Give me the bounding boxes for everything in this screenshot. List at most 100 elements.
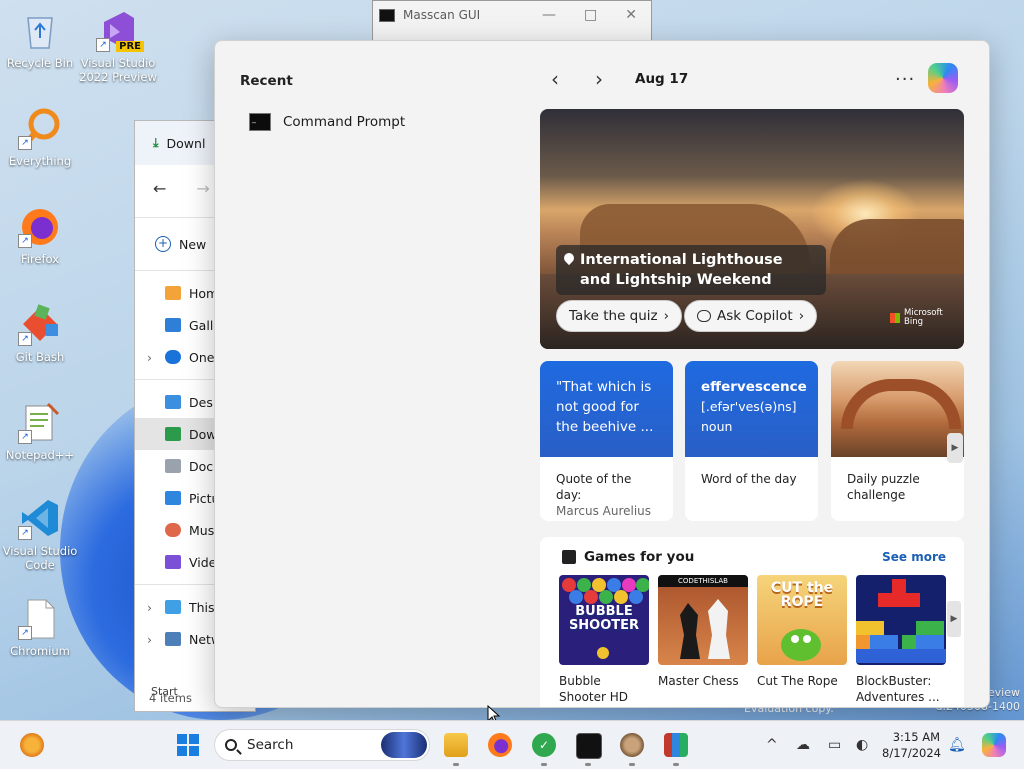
- card-title: Word of the day: [701, 472, 797, 486]
- location-pin-icon: [561, 250, 577, 266]
- gallery-icon: [165, 318, 181, 332]
- minimize-button[interactable]: —: [542, 7, 556, 23]
- recycle-bin-icon: [18, 8, 62, 52]
- desktop-icon-chromium[interactable]: ↗ Chromium: [0, 596, 80, 658]
- desktop-icon-label: Notepad++: [5, 448, 75, 462]
- recent-item-command-prompt[interactable]: _ Command Prompt: [249, 109, 413, 135]
- desktop-icon-label: Visual Studio 2022 Preview: [79, 56, 157, 84]
- vscode-icon: ↗: [18, 496, 62, 540]
- cloud-offline-icon[interactable]: ☁: [796, 737, 810, 753]
- firefox-icon[interactable]: [488, 733, 512, 757]
- desktop-icon-visual-studio[interactable]: PRE ↗ Visual Studio 2022 Preview: [78, 8, 158, 84]
- previous-day-button[interactable]: ‹: [545, 67, 565, 91]
- hero-card[interactable]: International Lighthouse and Lightship W…: [540, 109, 964, 349]
- back-button[interactable]: ←: [153, 179, 166, 198]
- hero-caption[interactable]: International Lighthouse and Lightship W…: [556, 245, 826, 295]
- desktop-icon-firefox[interactable]: ↗ Firefox: [0, 204, 80, 266]
- copilot-taskbar-icon[interactable]: [982, 733, 1006, 757]
- running-indicator: [629, 763, 635, 766]
- show-hidden-icons-button[interactable]: ^: [766, 737, 778, 753]
- git-bash-icon: ↗: [18, 302, 62, 346]
- desktop-icon-vscode[interactable]: ↗ Visual Studio Code: [0, 496, 80, 572]
- shortcut-arrow-icon: ↗: [18, 626, 32, 640]
- game-tile-master-chess[interactable]: CODETHISLAB Master Chess: [658, 575, 748, 689]
- close-button[interactable]: ✕: [625, 7, 637, 23]
- shortcut-arrow-icon: ↗: [18, 136, 32, 150]
- start-button[interactable]: [176, 733, 200, 757]
- shortcut-arrow-icon: ↗: [18, 526, 32, 540]
- word-text: effervescence: [701, 379, 807, 395]
- game-thumb-text: CODETHISLAB: [658, 575, 748, 587]
- games-title: Games for you: [584, 549, 695, 565]
- scroll-right-button[interactable]: ▶: [947, 433, 963, 463]
- maximize-button[interactable]: □: [584, 7, 597, 23]
- checkmark-app-icon[interactable]: ✓: [532, 733, 556, 757]
- desktop-icon-label: Visual Studio Code: [2, 544, 78, 572]
- button-label: Take the quiz: [569, 308, 658, 324]
- desktop-icon-git-bash[interactable]: ↗ Git Bash: [0, 302, 80, 364]
- running-indicator: [673, 763, 679, 766]
- desktop-icon-notepad-plus-plus[interactable]: ↗ Notepad++: [0, 400, 80, 462]
- notification-bell-icon[interactable]: 🔔︎: [948, 737, 966, 753]
- preview-badge: PRE: [116, 41, 144, 52]
- tab-label: Downl: [166, 135, 206, 151]
- game-name: BlockBuster: Adventures ...: [856, 674, 940, 704]
- desktop-icon-label: Everything: [8, 154, 72, 168]
- recent-item-label: Command Prompt: [283, 114, 406, 130]
- onedrive-icon: [165, 350, 181, 364]
- copilot-icon[interactable]: [928, 63, 958, 93]
- current-date: Aug 17: [635, 71, 689, 87]
- next-day-button[interactable]: ›: [589, 67, 609, 91]
- games-scroll-right-button[interactable]: ▶: [947, 601, 961, 637]
- rock-arch-image: [831, 361, 964, 457]
- download-icon: [165, 427, 181, 441]
- game-name: Master Chess: [658, 674, 739, 688]
- taskbar-search-box[interactable]: Search: [214, 729, 430, 761]
- start-tooltip: Start: [151, 685, 178, 698]
- see-more-link[interactable]: See more: [882, 550, 946, 564]
- everything-icon: ↗: [18, 106, 62, 150]
- winrar-icon[interactable]: [664, 733, 688, 757]
- file-icon: ↗: [18, 596, 62, 640]
- game-thumb-text: BUBBLE SHOOTER: [568, 604, 640, 633]
- this-pc-icon: [165, 600, 181, 614]
- file-explorer-icon[interactable]: [444, 733, 468, 757]
- game-name: Bubble Shooter HD: [559, 674, 629, 704]
- firefox-icon: ↗: [18, 204, 62, 248]
- game-thumbnail: BUBBLE SHOOTER: [559, 575, 649, 665]
- more-options-button[interactable]: ···: [895, 69, 915, 90]
- take-the-quiz-button[interactable]: Take the quiz ›: [556, 300, 683, 332]
- masscan-gui-icon[interactable]: [620, 733, 644, 757]
- masscan-titlebar[interactable]: Masscan GUI — □ ✕: [373, 1, 651, 29]
- desktop-icon-label: Git Bash: [15, 350, 65, 364]
- game-thumbnail: CUT the ROPE: [757, 575, 847, 665]
- quote-of-the-day-card[interactable]: "That which is not good for the beehive …: [540, 361, 673, 521]
- daily-puzzle-card[interactable]: Daily puzzle challenge: [831, 361, 964, 521]
- shortcut-arrow-icon: ↗: [18, 234, 32, 248]
- music-icon: [165, 523, 181, 537]
- desktop-icon-label: Chromium: [10, 644, 70, 658]
- word-of-the-day-card[interactable]: effervescence [.efər'ves(ə)ns] noun Word…: [685, 361, 818, 521]
- pictures-icon: [165, 491, 181, 505]
- terminal-icon[interactable]: [576, 733, 602, 759]
- nav-label: This: [189, 599, 215, 615]
- start-flyout[interactable]: Start Recent _ Command Prompt ‹ › Aug 17…: [151, 40, 990, 708]
- game-tile-cut-the-rope[interactable]: CUT the ROPE Cut The Rope: [757, 575, 847, 689]
- volume-icon[interactable]: ◐: [856, 737, 868, 753]
- widgets-icon[interactable]: [20, 733, 44, 757]
- masscan-window[interactable]: Masscan GUI — □ ✕: [372, 0, 652, 42]
- game-thumbnail: CODETHISLAB: [658, 575, 748, 665]
- ask-copilot-button[interactable]: Ask Copilot ›: [684, 300, 818, 332]
- forward-button[interactable]: →: [196, 179, 209, 198]
- game-tile-blockbuster[interactable]: BlockBuster: Adventures ...: [856, 575, 946, 705]
- network-icon[interactable]: ▭: [828, 737, 841, 753]
- taskbar-clock[interactable]: 3:15 AM 8/17/2024: [882, 729, 941, 761]
- search-icon: [225, 739, 237, 751]
- desktop-icon-everything[interactable]: ↗ Everything: [0, 106, 80, 168]
- shortcut-arrow-icon: ↗: [18, 332, 32, 346]
- taskbar: Search ✓ ^ ☁ ▭ ◐ 3:15 AM 8/17/2024 🔔︎: [0, 720, 1024, 769]
- games-panel: Games for you See more BUBBLE SHOOTER Bu…: [540, 537, 964, 707]
- desktop-icon-recycle-bin[interactable]: Recycle Bin: [0, 8, 80, 70]
- game-tile-bubble-shooter[interactable]: BUBBLE SHOOTER Bubble Shooter HD: [559, 575, 649, 705]
- documents-icon: [165, 459, 181, 473]
